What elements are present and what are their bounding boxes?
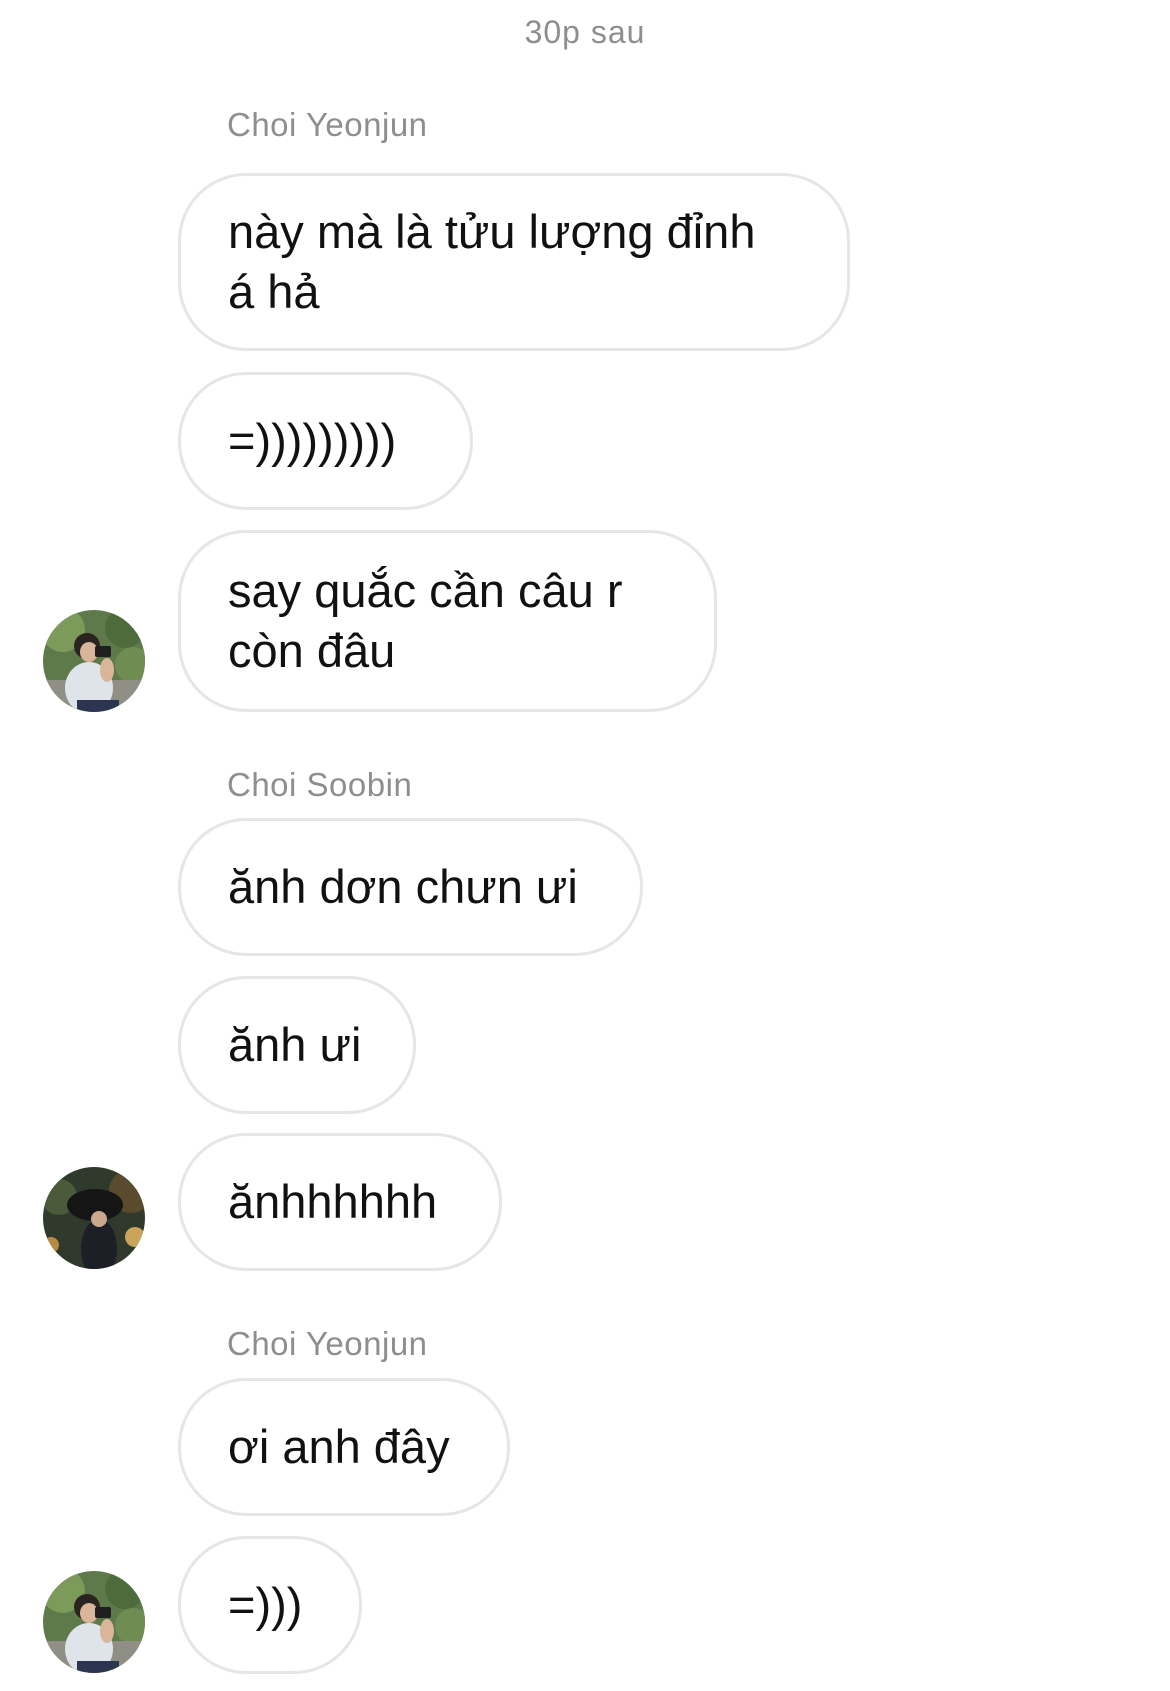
avatar-photo-icon[interactable] [43, 1571, 145, 1673]
message-bubble[interactable]: này mà là tửu lượng đỉnh á hả [178, 173, 850, 351]
message-bubble[interactable]: say quắc cần câu r còn đâu [178, 530, 717, 712]
avatar-photo-icon[interactable] [43, 1167, 145, 1269]
time-separator: 30p sau [524, 14, 646, 50]
message-bubble[interactable]: ănhhhhhh [178, 1133, 502, 1271]
message-bubble[interactable]: =))) [178, 1536, 362, 1674]
message-bubble[interactable]: ơi anh đây [178, 1378, 510, 1516]
sender-name: Choi Yeonjun [227, 106, 428, 143]
message-bubble[interactable]: =))))))))) [178, 372, 473, 510]
sender-name: Choi Yeonjun [227, 1325, 428, 1362]
message-bubble[interactable]: ănh dơn chưn ưi [178, 818, 643, 956]
message-bubble[interactable]: ănh ưi [178, 976, 416, 1114]
avatar-photo-icon[interactable] [43, 610, 145, 712]
sender-name: Choi Soobin [227, 766, 413, 803]
